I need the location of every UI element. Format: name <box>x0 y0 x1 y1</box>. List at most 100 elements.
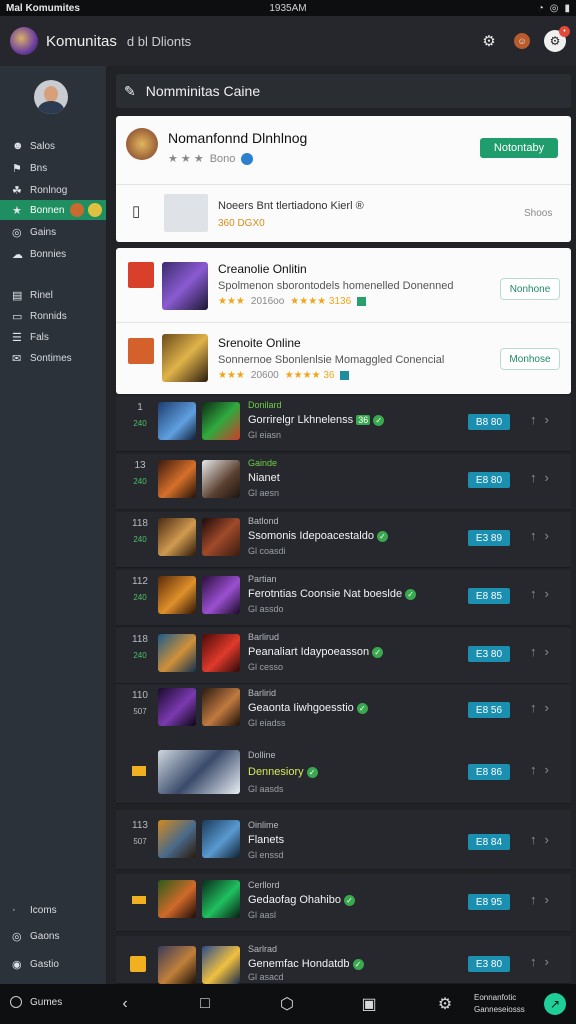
row-pill[interactable]: E8 84 <box>468 834 510 850</box>
featured-item-link[interactable]: Shoos <box>524 208 552 219</box>
row-pill[interactable]: E8 56 <box>468 702 510 718</box>
row-thumbnail <box>158 576 196 614</box>
row-arrows-icon[interactable]: ↑› <box>530 470 557 485</box>
row-arrows-icon[interactable]: ↑› <box>530 700 557 715</box>
user-avatar[interactable] <box>34 80 68 114</box>
list-icon: ☰ <box>12 331 22 344</box>
row-sub: Gl eiadss <box>248 718 286 728</box>
row-arrows-icon[interactable]: ↑› <box>530 832 557 847</box>
game-action-button[interactable]: Monhose <box>500 348 560 370</box>
table-row[interactable]: 13 240 Gainde Nianet Gl aesn E8 80 ↑› <box>116 454 571 510</box>
table-row[interactable]: 112 240 Partian Ferotntias Coonsie Nat bo… <box>116 570 571 626</box>
profile-badge-icon[interactable]: ☺ <box>514 33 530 49</box>
coin-icon <box>88 203 103 217</box>
row-arrows-icon[interactable]: ↑› <box>530 892 557 907</box>
sidebar-item-bns[interactable]: ⚑ Bns <box>0 158 106 178</box>
nav-left-label[interactable]: Gumes <box>30 997 62 1008</box>
home-icon[interactable]: ⬡ <box>272 984 302 1024</box>
sidebar-item-gaons[interactable]: ◎ Gaons <box>0 926 106 946</box>
users-icon: ☻ <box>12 140 24 152</box>
row-thumbnail <box>158 750 240 794</box>
row-pill[interactable]: B8 80 <box>468 414 510 430</box>
game-thumbnail <box>162 334 208 382</box>
row-arrows-icon[interactable]: ↑› <box>530 528 557 543</box>
sidebar-item-gains[interactable]: ◎ Gains <box>0 222 106 242</box>
row-pill[interactable]: E3 80 <box>468 956 510 972</box>
sidebar-item-label: Rinel <box>30 289 53 301</box>
row-pill[interactable]: E3 80 <box>468 646 510 662</box>
row-arrows-icon[interactable]: ↑› <box>530 586 557 601</box>
row-pill[interactable]: E8 85 <box>468 588 510 604</box>
folder-icon <box>132 766 146 776</box>
row-name: Gorrirelgr Lkhnelenss 36 ✓ <box>248 414 385 426</box>
table-row[interactable]: 118 240 Batlond Ssomonis Idepoacestaldo ✓ … <box>116 512 571 568</box>
row-thumbnail <box>202 460 240 498</box>
share-icon[interactable]: ▣ <box>354 984 384 1024</box>
row-pill[interactable]: E3 89 <box>468 530 510 546</box>
community-logo[interactable] <box>10 27 38 55</box>
sidebar-item-bonnies[interactable]: ☁ Bonnies <box>0 244 106 264</box>
featured-item-sub: 360 DGX0 <box>218 218 265 229</box>
table-row[interactable]: 1 240 Donilard Gorrirelgr Lkhnelenss 36 ✓ … <box>116 396 571 452</box>
rank-number: 110 <box>132 690 148 701</box>
row-arrows-icon[interactable]: ↑› <box>530 644 557 659</box>
sidebar-item-sontimes[interactable]: ✉ Sontimes <box>0 348 106 368</box>
wifi-icon: ◔ <box>537 2 544 14</box>
table-row[interactable]: Sarlrad Genemfac Hondatdb ✓ Gl asacd E3 8… <box>116 936 571 984</box>
app-subtitle: d bl Dlionts <box>126 33 192 49</box>
row-tag: Dolline <box>248 750 276 760</box>
row-arrows-icon[interactable]: ↑› <box>530 412 557 427</box>
row-arrows-icon[interactable]: ↑› <box>530 762 557 777</box>
row-name: Ferotntias Coonsie Nat boeslde ✓ <box>248 588 417 600</box>
featured-action-button[interactable]: Notontaby <box>480 138 558 158</box>
table-row[interactable]: 110 507 Barlirid Geaonta Iiwhgoesstio ✓ Gl… <box>116 684 571 740</box>
assistant-icon[interactable]: ↗ <box>544 993 566 1015</box>
rating-stars: ★★★ <box>218 296 245 307</box>
row-name: Gedaofag Ohahibo ✓ <box>248 894 355 906</box>
row-pill[interactable]: E8 80 <box>468 472 510 488</box>
game-icon <box>128 262 154 288</box>
table-row[interactable]: Dolline Dennesiory ✓ Gl aasds E8 86 ↑› <box>116 738 571 804</box>
row-name: Flanets <box>248 834 285 846</box>
sidebar-item-ronlnog[interactable]: ☘ Ronlnog <box>0 180 106 200</box>
bookmark-icon[interactable]: ▯ <box>132 202 140 220</box>
sidebar-item-bonnen[interactable]: ★ Bonnen <box>0 200 106 220</box>
row-thumbnail <box>202 518 240 556</box>
settings-gear-icon[interactable]: ⚙ <box>430 984 460 1024</box>
table-row[interactable]: 113 507 Oinlime Flanets Gl enssd E8 84 ↑› <box>116 810 571 870</box>
settings-icon[interactable]: ⚙ <box>478 30 500 52</box>
search-icon: ◎ <box>12 226 22 239</box>
flag-icon: ⚑ <box>12 162 22 175</box>
settings-icon: ◉ <box>12 958 22 971</box>
notification-icon[interactable]: ⚙ • <box>544 26 570 52</box>
row-arrows-icon[interactable]: ↑› <box>530 954 557 969</box>
pencil-icon[interactable]: ✎ <box>124 83 136 100</box>
back-icon[interactable]: ‹ <box>110 984 140 1024</box>
verified-icon <box>241 152 254 165</box>
sidebar-item-icoms[interactable]: · Icoms <box>0 900 106 920</box>
row-pill[interactable]: E8 95 <box>468 894 510 910</box>
home-circle-icon[interactable] <box>10 996 22 1008</box>
game-rating: ★★★★ 36 <box>284 370 335 381</box>
game-thumbnail <box>162 262 208 310</box>
sidebar-item-rinel[interactable]: ▤ Rinel <box>0 285 106 305</box>
sidebar-item-label: Gastio <box>30 958 59 970</box>
table-row[interactable]: Cerllord Gedaofag Ohahibo ✓ Gl aasl E8 95… <box>116 874 571 932</box>
rank-sub: 240 <box>133 477 147 486</box>
row-thumbnail <box>158 634 196 672</box>
status-bar: Mal Komumites 1935AM ◔ ◎ ▮ <box>0 0 576 16</box>
friend-avatar-icon <box>70 203 85 217</box>
row-pill[interactable]: E8 86 <box>468 764 510 780</box>
status-time: 1935AM <box>269 2 307 14</box>
table-row[interactable]: 118 240 Barlirud Peanaliart Idaypoeasson ✓… <box>116 628 571 684</box>
sidebar-item-gastio[interactable]: ◉ Gastio <box>0 954 106 974</box>
row-tag: Partian <box>248 574 277 584</box>
sidebar-item-salos[interactable]: ☻ Salos <box>0 136 106 156</box>
sidebar-item-ronnids[interactable]: ▭ Ronnids <box>0 306 106 326</box>
sidebar-item-fals[interactable]: ☰ Fals <box>0 327 106 347</box>
folder-icon <box>130 956 146 972</box>
sidebar-item-label: Salos <box>30 140 56 152</box>
game-action-button[interactable]: Nonhone <box>500 278 560 300</box>
app-header: Komunitas d bl Dlionts ⚙ ☺ ⚙ • <box>0 16 576 66</box>
recents-icon[interactable]: □ <box>190 984 220 1024</box>
